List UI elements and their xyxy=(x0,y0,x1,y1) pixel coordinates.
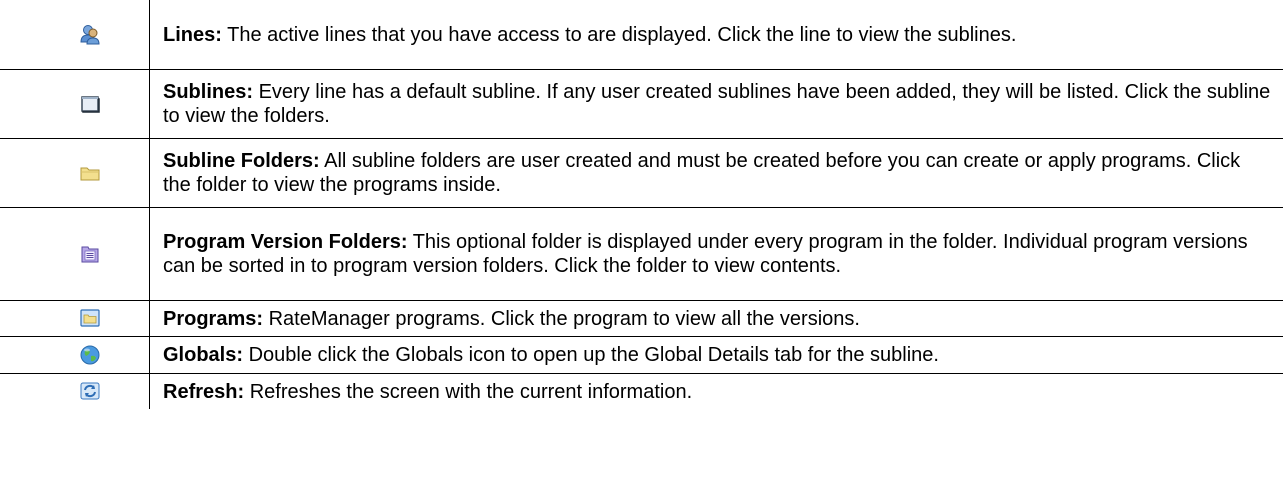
table-row: Program Version Folders: This optional f… xyxy=(0,206,1283,301)
document-folder-icon xyxy=(79,243,101,265)
term-label: Sublines: xyxy=(163,81,254,103)
term-label: Lines: xyxy=(163,23,222,46)
description-cell: Lines: The active lines that you have ac… xyxy=(149,0,1283,70)
icon-cell xyxy=(0,0,150,70)
refresh-icon xyxy=(79,380,101,402)
icon-legend-table: Lines: The active lines that you have ac… xyxy=(0,0,1283,409)
table-row: Subline Folders: All subline folders are… xyxy=(0,137,1283,208)
description-cell: Programs: RateManager programs. Click th… xyxy=(149,299,1283,337)
users-icon xyxy=(79,23,101,45)
table-row: Refresh: Refreshes the screen with the c… xyxy=(0,372,1283,409)
table-row: Sublines: Every line has a default subli… xyxy=(0,68,1283,139)
term-description: The active lines that you have access to… xyxy=(227,23,1017,46)
term-description: Every line has a default subline. If any… xyxy=(163,81,1271,127)
term-description: Double click the Globals icon to open up… xyxy=(248,344,939,366)
globe-icon xyxy=(79,344,101,366)
table-row: Programs: RateManager programs. Click th… xyxy=(0,299,1283,337)
term-label: Programs: xyxy=(163,307,264,330)
icon-cell xyxy=(0,299,150,337)
icon-cell xyxy=(0,68,150,139)
icon-cell xyxy=(0,335,150,374)
term-description: All subline folders are user created and… xyxy=(163,150,1241,196)
program-folder-icon xyxy=(79,307,101,329)
term-label: Subline Folders: xyxy=(163,150,320,172)
folder-icon xyxy=(79,162,101,184)
window-icon xyxy=(79,93,101,115)
description-cell: Refresh: Refreshes the screen with the c… xyxy=(149,372,1283,409)
icon-cell xyxy=(0,372,150,409)
description-cell: Program Version Folders: This optional f… xyxy=(149,206,1283,301)
icon-cell xyxy=(0,137,150,208)
icon-cell xyxy=(0,206,150,301)
term-label: Refresh: xyxy=(163,380,245,403)
term-label: Globals: xyxy=(163,344,244,366)
term-description: Refreshes the screen with the current in… xyxy=(249,380,693,403)
term-label: Program Version Folders: xyxy=(163,231,408,253)
description-cell: Globals: Double click the Globals icon t… xyxy=(149,335,1283,374)
description-cell: Sublines: Every line has a default subli… xyxy=(149,68,1283,139)
table-row: Lines: The active lines that you have ac… xyxy=(0,0,1283,70)
term-description: RateManager programs. Click the program … xyxy=(268,307,860,330)
table-row: Globals: Double click the Globals icon t… xyxy=(0,335,1283,374)
description-cell: Subline Folders: All subline folders are… xyxy=(149,137,1283,208)
